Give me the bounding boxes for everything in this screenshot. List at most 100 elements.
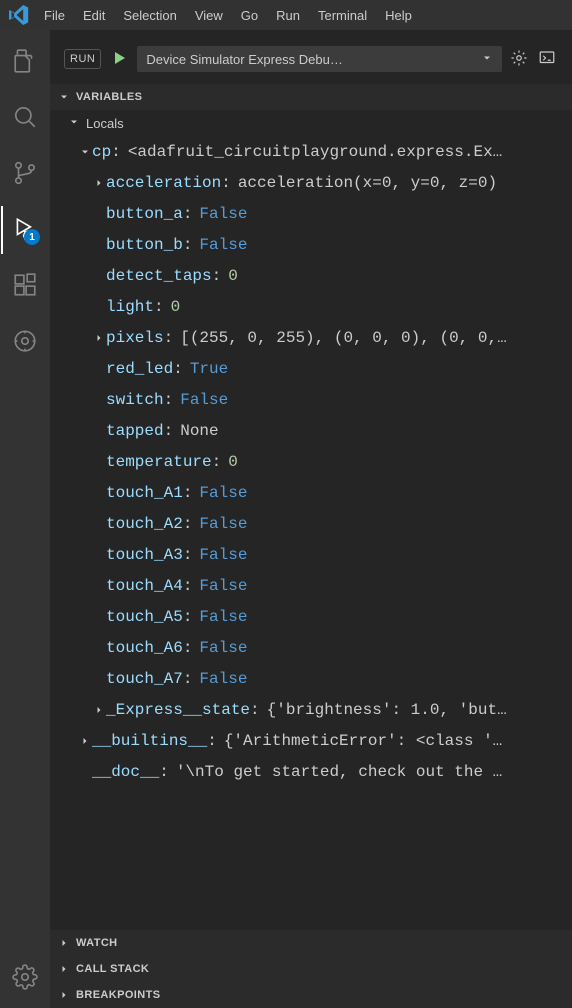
var-name: _Express__state: [106, 701, 250, 719]
var-value: False: [199, 515, 247, 533]
var-value: 0: [228, 453, 238, 471]
debug-console-icon: [538, 49, 556, 70]
var-button-a[interactable]: button_a:False: [50, 198, 572, 229]
gear-icon: [12, 964, 38, 993]
var-touch-a3[interactable]: touch_A3:False: [50, 539, 572, 570]
menu-bar: File Edit Selection View Go Run Terminal…: [0, 0, 572, 30]
var-button-b[interactable]: button_b:False: [50, 229, 572, 260]
section-variables[interactable]: VARIABLES: [50, 84, 572, 110]
var-value: False: [199, 670, 247, 688]
var-tapped[interactable]: tapped:None: [50, 415, 572, 446]
section-variables-title: VARIABLES: [76, 91, 142, 103]
var-switch[interactable]: switch:False: [50, 384, 572, 415]
menu-selection[interactable]: Selection: [115, 4, 184, 27]
debug-config-label: Device Simulator Express Debu…: [146, 52, 343, 67]
extensions-icon: [12, 272, 38, 301]
chevron-right-icon: [58, 937, 70, 949]
var-name: cp: [92, 143, 111, 161]
activity-settings[interactable]: [1, 954, 49, 1002]
gear-icon: [510, 49, 528, 70]
var-touch-a5[interactable]: touch_A5:False: [50, 601, 572, 632]
start-debug-button[interactable]: [107, 47, 131, 71]
open-launch-json-button[interactable]: [508, 48, 530, 70]
var-red-led[interactable]: red_led:True: [50, 353, 572, 384]
var-name: touch_A6: [106, 639, 183, 657]
var-value: False: [199, 205, 247, 223]
play-icon: [111, 50, 127, 69]
variables-tree[interactable]: cp:<adafruit_circuitplayground.express.E…: [50, 136, 572, 930]
var-value: True: [190, 360, 228, 378]
debug-config-select[interactable]: Device Simulator Express Debu…: [137, 46, 502, 72]
var-detect-taps[interactable]: detect_taps:0: [50, 260, 572, 291]
var-name: __builtins__: [92, 732, 207, 750]
menu-terminal[interactable]: Terminal: [310, 4, 375, 27]
activity-explorer[interactable]: [1, 38, 49, 86]
var-name: touch_A5: [106, 608, 183, 626]
activity-search[interactable]: [1, 94, 49, 142]
debug-badge: 1: [24, 229, 40, 245]
var-name: touch_A1: [106, 484, 183, 502]
menu-edit[interactable]: Edit: [75, 4, 113, 27]
var-name: tapped: [106, 422, 164, 440]
activity-bar: 1: [0, 30, 50, 1008]
scope-locals[interactable]: Locals: [50, 110, 572, 136]
var-value: {'brightness': 1.0, 'but…: [267, 701, 507, 719]
var-name: pixels: [106, 329, 164, 347]
files-icon: [12, 48, 38, 77]
menu-file[interactable]: File: [36, 4, 73, 27]
var-express-state[interactable]: _Express__state:{'brightness': 1.0, 'but…: [50, 694, 572, 725]
chevron-right-icon: [58, 963, 70, 975]
var-pixels[interactable]: pixels:[(255, 0, 255), (0, 0, 0), (0, 0,…: [50, 322, 572, 353]
section-watch[interactable]: WATCH: [50, 930, 572, 956]
debug-console-button[interactable]: [536, 48, 558, 70]
run-label: RUN: [64, 49, 101, 69]
menu-go[interactable]: Go: [233, 4, 266, 27]
var-name: touch_A3: [106, 546, 183, 564]
activity-pages[interactable]: [1, 318, 49, 366]
var-value: 0: [228, 267, 238, 285]
var-value: <adafruit_circuitplayground.express.Ex…: [128, 143, 502, 161]
var-acceleration[interactable]: acceleration:acceleration(x=0, y=0, z=0): [50, 167, 572, 198]
menu-help[interactable]: Help: [377, 4, 420, 27]
section-breakpoints[interactable]: BREAKPOINTS: [50, 982, 572, 1008]
var-value: None: [180, 422, 218, 440]
var-name: __doc__: [92, 763, 159, 781]
var-name: button_b: [106, 236, 183, 254]
activity-debug[interactable]: 1: [1, 206, 49, 254]
activity-scm[interactable]: [1, 150, 49, 198]
section-watch-title: WATCH: [76, 937, 118, 949]
section-callstack[interactable]: CALL STACK: [50, 956, 572, 982]
var-name: red_led: [106, 360, 173, 378]
var-light[interactable]: light:0: [50, 291, 572, 322]
var-name: light: [106, 298, 154, 316]
var-name: temperature: [106, 453, 212, 471]
var-value: False: [199, 608, 247, 626]
chevron-down-icon: [78, 146, 92, 158]
var-value: False: [199, 546, 247, 564]
var-touch-a7[interactable]: touch_A7:False: [50, 663, 572, 694]
var-touch-a4[interactable]: touch_A4:False: [50, 570, 572, 601]
section-breakpoints-title: BREAKPOINTS: [76, 989, 160, 1001]
chevron-right-icon: [78, 735, 92, 747]
activity-extensions[interactable]: [1, 262, 49, 310]
menu-run[interactable]: Run: [268, 4, 308, 27]
var-builtins[interactable]: __builtins__:{'ArithmeticError': <class …: [50, 725, 572, 756]
var-touch-a2[interactable]: touch_A2:False: [50, 508, 572, 539]
var-value: False: [199, 639, 247, 657]
var-temperature[interactable]: temperature:0: [50, 446, 572, 477]
chevron-right-icon: [58, 989, 70, 1001]
var-cp[interactable]: cp:<adafruit_circuitplayground.express.E…: [50, 136, 572, 167]
search-icon: [12, 104, 38, 133]
debug-sidepanel: RUN Device Simulator Express Debu…: [50, 30, 572, 1008]
vscode-logo-icon: [4, 5, 34, 25]
var-value: {'ArithmeticError': <class '…: [224, 732, 502, 750]
menu-view[interactable]: View: [187, 4, 231, 27]
var-name: switch: [106, 391, 164, 409]
var-value: acceleration(x=0, y=0, z=0): [238, 174, 497, 192]
var-touch-a6[interactable]: touch_A6:False: [50, 632, 572, 663]
var-touch-a1[interactable]: touch_A1:False: [50, 477, 572, 508]
var-doc[interactable]: __doc__:'\nTo get started, check out the…: [50, 756, 572, 787]
var-value: False: [199, 484, 247, 502]
section-callstack-title: CALL STACK: [76, 963, 149, 975]
notebook-icon: [12, 328, 38, 357]
